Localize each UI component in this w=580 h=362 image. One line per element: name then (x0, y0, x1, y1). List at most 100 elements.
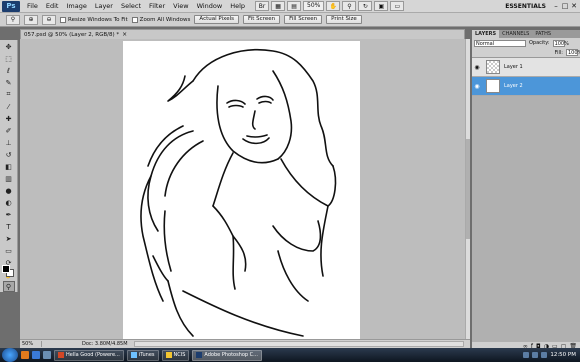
eyedropper-tool-icon[interactable]: ⁄ (3, 101, 15, 112)
options-bar: ⚲ ⊕ ⊖ Resize Windows To Fit Zoom All Win… (0, 13, 580, 27)
taskbar-item-powerpoint[interactable]: Hella Good (Powere... (54, 349, 124, 361)
network-icon[interactable] (523, 352, 530, 358)
vertical-scrollbar[interactable] (465, 39, 470, 339)
taskbar-item-itunes[interactable]: iTunes (126, 349, 159, 361)
horizontal-scrollbar[interactable] (133, 341, 464, 347)
eraser-tool-icon[interactable]: ◧ (3, 161, 15, 172)
maximize-icon[interactable]: □ (561, 1, 569, 11)
taskbar-item-photoshop[interactable]: Adobe Photoshop C... (192, 349, 262, 361)
fill-screen-button[interactable]: Fill Screen (284, 15, 323, 24)
hand-icon[interactable]: ✋ (326, 1, 341, 11)
panel-tab-row: LAYERS CHANNELS PATHS (472, 30, 580, 38)
healing-brush-tool-icon[interactable]: ✚ (3, 113, 15, 124)
workspace-switcher[interactable]: ESSENTIALS (501, 1, 550, 12)
zoom-in-icon[interactable]: ⊕ (24, 14, 38, 25)
fill-label: Fill: (554, 49, 563, 56)
tab-channels[interactable]: CHANNELS (499, 30, 532, 38)
close-icon[interactable]: ✕ (570, 1, 578, 11)
fit-screen-button[interactable]: Fit Screen (242, 15, 281, 24)
photoshop-logo: Ps (2, 0, 20, 12)
rotate-view-icon[interactable]: ↻ (358, 1, 373, 11)
history-brush-tool-icon[interactable]: ↺ (3, 149, 15, 160)
resize-windows-option[interactable]: Resize Windows To Fit (60, 16, 128, 23)
zoom-tool-icon[interactable]: ⚲ (6, 14, 20, 25)
clone-stamp-tool-icon[interactable]: ⊥ (3, 137, 15, 148)
opacity-field[interactable]: 100% (552, 39, 569, 47)
photoshop-icon (196, 352, 203, 358)
powerpoint-icon (58, 352, 64, 358)
start-button[interactable] (2, 348, 18, 362)
screen-mode-icon[interactable]: ▭ (390, 1, 405, 11)
dodge-tool-icon[interactable]: ◐ (3, 197, 15, 208)
lasso-tool-icon[interactable]: ℓ (3, 65, 15, 76)
blend-opacity-row: Normal Opacity: 100% (472, 38, 580, 48)
itunes-icon (130, 352, 137, 358)
blur-tool-icon[interactable]: ● (3, 185, 15, 196)
tab-paths[interactable]: PATHS (532, 30, 554, 38)
marquee-tool-icon[interactable]: ⬚ (3, 53, 15, 64)
battery-icon[interactable] (541, 352, 548, 358)
layer-thumbnail (486, 79, 500, 93)
shape-tool-icon[interactable]: ▭ (3, 245, 15, 256)
crop-tool-icon[interactable]: ⌗ (3, 89, 15, 100)
zoom-all-windows-label: Zoom All Windows (139, 16, 191, 23)
taskbar-item-label: Adobe Photoshop C... (204, 351, 258, 358)
zoom-icon[interactable]: ⚲ (342, 1, 357, 11)
bridge-icon[interactable]: Br (255, 1, 270, 11)
menu-view[interactable]: View (169, 0, 192, 13)
minimize-icon[interactable]: – (552, 1, 560, 11)
move-tool-icon[interactable]: ✥ (3, 41, 15, 52)
guides-icon[interactable]: ▤ (287, 1, 302, 11)
menu-image[interactable]: Image (62, 0, 90, 13)
zoom-tool-selected-icon[interactable]: ⚲ (2, 281, 15, 292)
menu-select[interactable]: Select (117, 0, 145, 13)
taskbar-item-label: NCIS (173, 351, 186, 358)
visibility-eye-icon[interactable]: ◉ (472, 64, 482, 71)
menu-window[interactable]: Window (193, 0, 227, 13)
zoom-all-windows-checkbox[interactable] (131, 16, 138, 23)
document-tab[interactable]: 057.psd @ 50% (Layer 2, RGB/8) * × (20, 29, 465, 39)
visibility-eye-icon[interactable]: ◉ (472, 83, 482, 90)
menu-filter[interactable]: Filter (145, 0, 169, 13)
zoom-all-windows-option[interactable]: Zoom All Windows (131, 16, 191, 23)
blend-mode-select[interactable]: Normal (474, 39, 526, 47)
menu-layer[interactable]: Layer (91, 0, 117, 13)
arrange-documents-icon[interactable]: ▣ (374, 1, 389, 11)
pen-tool-icon[interactable]: ✒ (3, 209, 15, 220)
vertical-scroll-thumb[interactable] (466, 139, 470, 239)
taskbar-item-ncis[interactable]: NCIS (161, 349, 190, 361)
tab-layers[interactable]: LAYERS (472, 30, 500, 38)
foreground-color-swatch[interactable] (2, 265, 10, 273)
close-document-icon[interactable]: × (122, 31, 127, 38)
status-doc-size: Doc: 3.80M/4.85M (82, 341, 128, 347)
menu-bar: Ps File Edit Image Layer Select Filter V… (0, 0, 580, 13)
type-tool-icon[interactable]: T (3, 221, 15, 232)
document-canvas[interactable] (123, 41, 360, 339)
zoom-level-select[interactable]: 50% (303, 1, 325, 11)
menu-file[interactable]: File (23, 0, 42, 13)
desktop-icon[interactable] (43, 351, 51, 359)
layer-row-1[interactable]: ◉ Layer 1 (472, 58, 580, 77)
brush-tool-icon[interactable]: ✐ (3, 125, 15, 136)
path-selection-tool-icon[interactable]: ➤ (3, 233, 15, 244)
actual-pixels-button[interactable]: Actual Pixels (194, 15, 239, 24)
menu-edit[interactable]: Edit (42, 0, 63, 13)
quick-select-tool-icon[interactable]: ✎ (3, 77, 15, 88)
layer-row-2[interactable]: ◉ Layer 2 (472, 77, 580, 96)
ie-icon[interactable] (32, 351, 40, 359)
resize-windows-checkbox[interactable] (60, 16, 66, 23)
folder-icon (165, 352, 172, 358)
gradient-tool-icon[interactable]: ▥ (3, 173, 15, 184)
fill-field[interactable]: 100% (566, 49, 580, 56)
canvas-area[interactable] (20, 39, 465, 339)
status-zoom-field[interactable]: 50% (20, 341, 42, 347)
mini-bridge-icon[interactable]: ▦ (271, 1, 286, 11)
print-size-button[interactable]: Print Size (326, 15, 362, 24)
volume-icon[interactable] (532, 352, 539, 358)
clock[interactable]: 12:50 PM (550, 352, 576, 358)
system-tray: 12:50 PM (523, 352, 580, 358)
layer-name: Layer 2 (504, 83, 523, 89)
zoom-out-icon[interactable]: ⊖ (42, 14, 56, 25)
firefox-icon[interactable] (21, 351, 29, 359)
menu-help[interactable]: Help (226, 0, 249, 13)
